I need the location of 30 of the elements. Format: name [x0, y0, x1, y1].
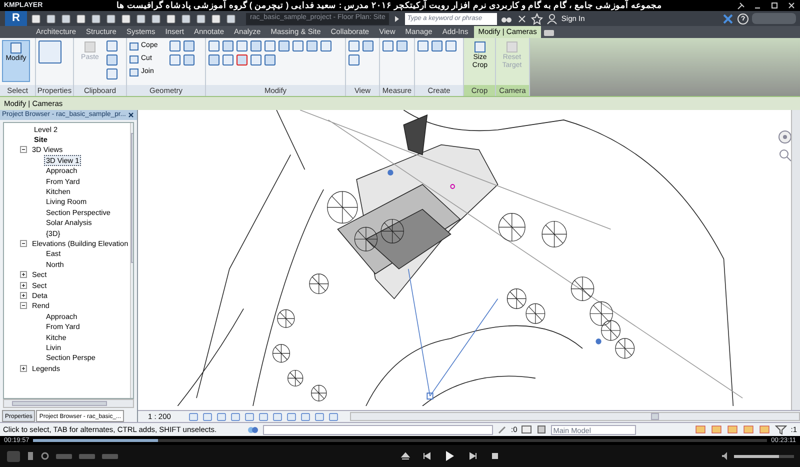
vertical-scrollbar[interactable] [791, 110, 800, 410]
steering-wheel-icon[interactable] [778, 130, 792, 144]
expand-icon[interactable] [20, 271, 27, 278]
video-title: مجموعه آموزشی جامع ، گام به گام و کاربردی نرم افزار رویت آرکیتکچر ۲۰۱۶ مدرس : سعید فدایی ( تیچرمن ) گروه آموزشی پادشاه گرافیست ها [116, 1, 664, 10]
user-icon [546, 12, 558, 24]
collapse-icon[interactable] [20, 240, 27, 247]
play-icon[interactable] [444, 450, 456, 462]
editable-icon[interactable] [497, 424, 507, 435]
star-icon[interactable] [531, 12, 544, 24]
expand-icon[interactable] [20, 364, 27, 372]
workset-icon[interactable] [247, 424, 259, 435]
volume-slider[interactable] [734, 454, 794, 458]
app-logo[interactable]: R [5, 11, 27, 26]
previous-icon[interactable] [422, 451, 432, 461]
expand-icon[interactable] [20, 292, 27, 299]
maximize-icon[interactable] [770, 1, 779, 10]
expand-icon[interactable] [20, 282, 27, 289]
stop-icon[interactable] [490, 451, 500, 461]
help-icon[interactable] [737, 12, 749, 24]
collapse-icon[interactable] [20, 302, 27, 310]
zoom-icon[interactable] [778, 148, 792, 162]
collapse-icon[interactable] [20, 146, 27, 154]
seek-bar[interactable] [33, 439, 768, 442]
eject-icon[interactable] [400, 451, 410, 461]
horizontal-scrollbar[interactable] [3, 399, 134, 408]
speaker-icon[interactable] [721, 451, 729, 461]
horizontal-scrollbar[interactable] [350, 412, 800, 421]
next-icon[interactable] [468, 451, 478, 461]
close-icon[interactable] [127, 111, 135, 119]
panel-toggle-icon[interactable] [542, 28, 557, 38]
